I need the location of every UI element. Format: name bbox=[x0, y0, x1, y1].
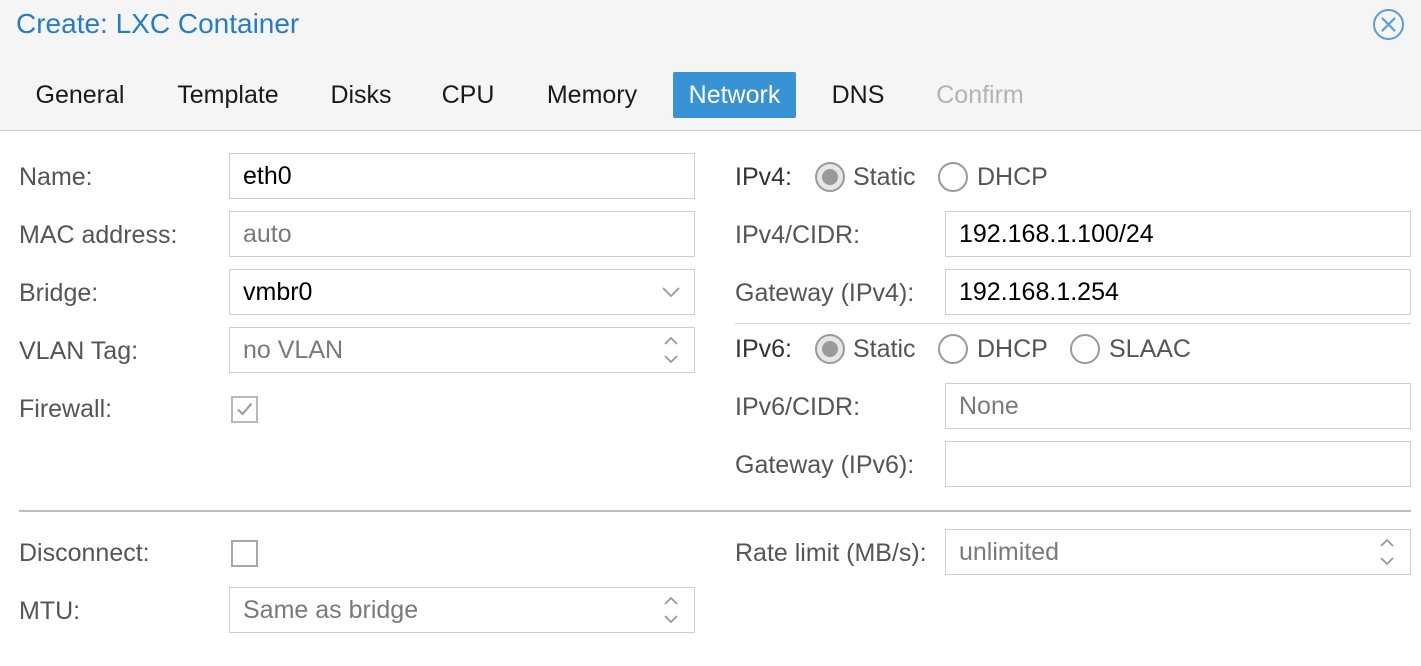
disconnect-checkbox[interactable] bbox=[231, 540, 258, 567]
mac-address-field[interactable]: auto bbox=[229, 211, 695, 257]
vlan-tag-placeholder: no VLAN bbox=[243, 336, 344, 364]
ipv4-dhcp-radio[interactable] bbox=[938, 162, 968, 192]
ipv6-static-radio[interactable] bbox=[815, 334, 845, 364]
name-field[interactable]: eth0 bbox=[229, 153, 695, 199]
vlan-tag-label: VLAN Tag: bbox=[19, 337, 139, 365]
advanced-divider bbox=[19, 510, 1411, 512]
ipv6-dhcp-radio[interactable] bbox=[938, 334, 968, 364]
tab-memory[interactable]: Memory bbox=[527, 72, 657, 118]
name-label: Name: bbox=[19, 163, 93, 191]
mac-address-label: MAC address: bbox=[19, 221, 178, 249]
disconnect-label: Disconnect: bbox=[19, 539, 150, 567]
ipv6-slaac-label[interactable]: SLAAC bbox=[1109, 326, 1191, 372]
firewall-checkbox[interactable] bbox=[231, 396, 258, 423]
close-icon[interactable] bbox=[1372, 8, 1405, 41]
gateway-ipv4-label: Gateway (IPv4): bbox=[735, 279, 915, 307]
ipv6-static-label[interactable]: Static bbox=[853, 326, 916, 372]
bridge-select[interactable]: vmbr0 bbox=[229, 269, 695, 315]
ipv6-dhcp-label[interactable]: DHCP bbox=[977, 326, 1048, 372]
ipv4-static-radio[interactable] bbox=[815, 162, 845, 192]
spinner-icon[interactable] bbox=[1364, 530, 1410, 574]
ipv6-slaac-radio[interactable] bbox=[1070, 334, 1100, 364]
spinner-icon[interactable] bbox=[648, 588, 694, 632]
vlan-tag-field[interactable]: no VLAN bbox=[229, 327, 695, 373]
rate-limit-label: Rate limit (MB/s): bbox=[735, 539, 927, 567]
ipv6-label: IPv6: bbox=[735, 335, 792, 363]
spinner-icon[interactable] bbox=[648, 328, 694, 372]
dialog-header: Create: LXC Container General Template D… bbox=[0, 0, 1421, 131]
gateway-ipv4-field[interactable]: 192.168.1.254 bbox=[945, 269, 1411, 315]
tab-dns[interactable]: DNS bbox=[812, 72, 904, 118]
ipv6-cidr-label: IPv6/CIDR: bbox=[735, 393, 861, 421]
tab-template[interactable]: Template bbox=[159, 72, 297, 118]
bridge-label: Bridge: bbox=[19, 279, 99, 307]
checkmark-icon bbox=[237, 402, 253, 416]
rate-limit-field[interactable]: unlimited bbox=[945, 529, 1411, 575]
tab-disks[interactable]: Disks bbox=[313, 72, 409, 118]
mtu-label: MTU: bbox=[19, 597, 81, 625]
dialog-title: Create: LXC Container bbox=[16, 8, 300, 39]
tab-network[interactable]: Network bbox=[673, 72, 796, 118]
tab-cpu[interactable]: CPU bbox=[425, 72, 511, 118]
mtu-field[interactable]: Same as bridge bbox=[229, 587, 695, 633]
firewall-label: Firewall: bbox=[19, 395, 113, 423]
ipv6-cidr-field[interactable]: None bbox=[945, 383, 1411, 429]
ipv4-static-label[interactable]: Static bbox=[853, 154, 916, 200]
tab-general[interactable]: General bbox=[17, 72, 143, 118]
mtu-placeholder: Same as bridge bbox=[243, 596, 419, 624]
rate-limit-placeholder: unlimited bbox=[959, 538, 1060, 566]
radio-dot-icon bbox=[822, 341, 838, 357]
gateway-ipv6-field[interactable] bbox=[945, 441, 1411, 487]
ipv4-cidr-field[interactable]: 192.168.1.100/24 bbox=[945, 211, 1411, 257]
gateway-ipv6-label: Gateway (IPv6): bbox=[735, 451, 915, 479]
ip-section-divider bbox=[735, 323, 1411, 324]
radio-dot-icon bbox=[822, 169, 838, 185]
ipv4-cidr-label: IPv4/CIDR: bbox=[735, 221, 861, 249]
chevron-down-icon[interactable] bbox=[648, 270, 694, 314]
tab-confirm: Confirm bbox=[936, 81, 1024, 109]
bridge-value: vmbr0 bbox=[243, 278, 313, 306]
ipv4-label: IPv4: bbox=[735, 163, 792, 191]
ipv4-dhcp-label[interactable]: DHCP bbox=[977, 154, 1048, 200]
